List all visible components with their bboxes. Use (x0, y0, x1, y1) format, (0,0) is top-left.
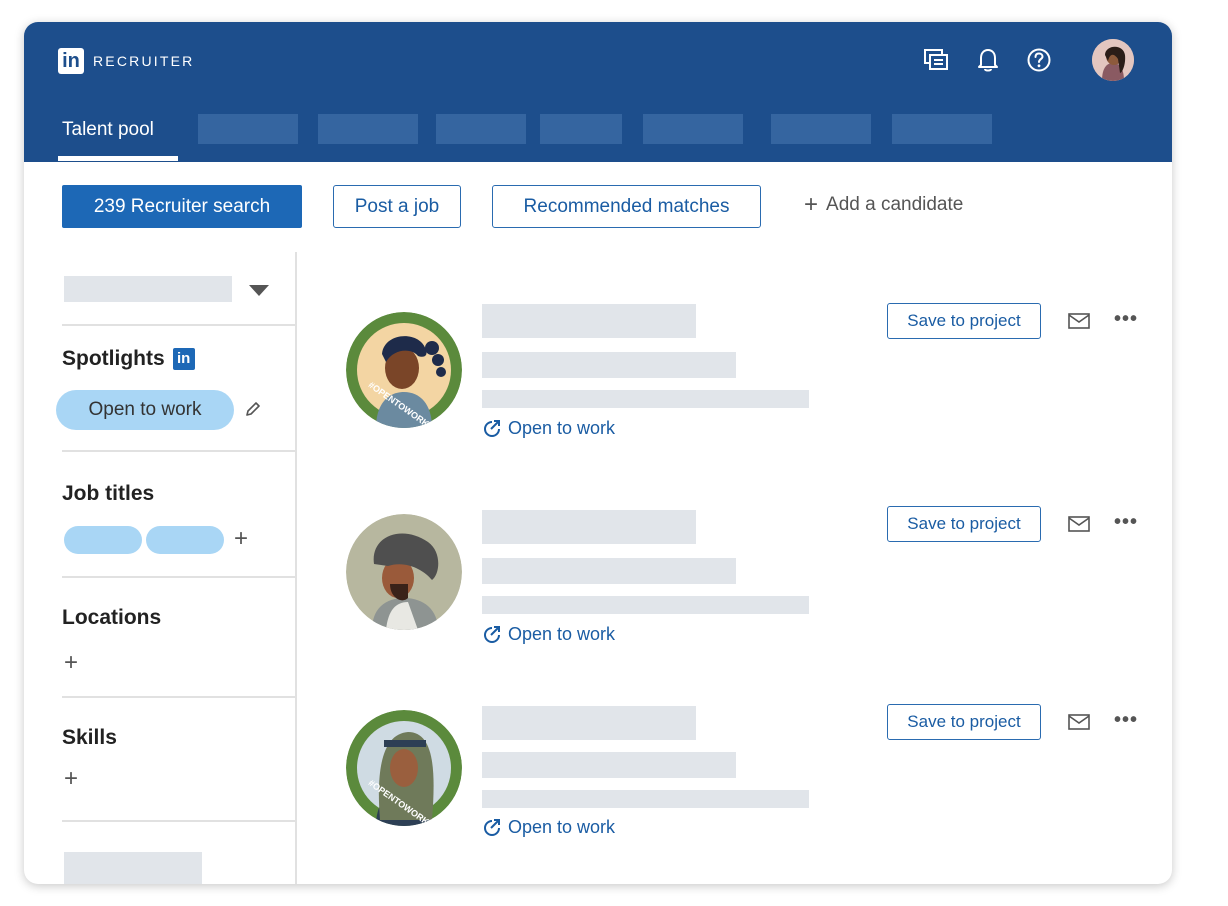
candidate-detail-placeholder (482, 790, 809, 808)
plus-icon: + (804, 191, 819, 218)
linkedin-badge-icon: in (172, 348, 195, 370)
add-skill-icon[interactable]: + (64, 765, 78, 793)
job-titles-heading: Job titles (62, 482, 155, 505)
candidate-avatar[interactable] (346, 514, 462, 630)
add-location-icon[interactable]: + (64, 649, 78, 677)
candidate-detail-placeholder (482, 390, 809, 408)
more-options-icon[interactable]: ••• (1114, 709, 1138, 732)
recruiter-search-button[interactable]: 239 Recruiter search (62, 185, 302, 228)
post-job-button[interactable]: Post a job (333, 185, 461, 228)
save-to-project-button[interactable]: Save to project (887, 303, 1041, 339)
candidate-name-placeholder (482, 510, 696, 544)
pencil-edit-icon[interactable] (244, 400, 262, 423)
linkedin-recruiter-logo[interactable]: in RECRUITER (58, 48, 194, 74)
candidate-title-placeholder (482, 352, 736, 378)
user-avatar[interactable] (1092, 39, 1134, 81)
candidate-name-placeholder (482, 304, 696, 338)
tab-placeholder[interactable] (892, 114, 992, 144)
top-header: in RECRUITER Talent pool (24, 22, 1172, 162)
tab-placeholder[interactable] (771, 114, 871, 144)
locations-heading: Locations (62, 606, 162, 629)
sidebar-placeholder-block (64, 852, 202, 884)
open-to-work-label: Open to work (508, 817, 616, 837)
section-divider (62, 450, 295, 452)
candidate-detail-placeholder (482, 596, 809, 614)
tab-placeholder[interactable] (436, 114, 526, 144)
spotlights-label: Spotlights (62, 347, 165, 370)
open-to-work-filter-chip[interactable]: Open to work (56, 390, 234, 430)
job-title-chip[interactable] (146, 526, 224, 554)
candidate-name-placeholder (482, 706, 696, 740)
active-tab-indicator (58, 156, 178, 161)
linkedin-logo-icon: in (58, 48, 84, 74)
recruiter-window: in RECRUITER Talent pool 239 Recruiter s… (24, 22, 1172, 884)
help-icon[interactable] (1025, 46, 1053, 74)
open-to-work-label: Open to work (508, 624, 616, 644)
open-to-work-label: Open to work (508, 418, 616, 438)
tab-placeholder[interactable] (643, 114, 743, 144)
mail-icon[interactable] (1068, 713, 1090, 736)
open-to-work-status[interactable]: Open to work (482, 817, 615, 838)
tab-placeholder[interactable] (318, 114, 418, 144)
tab-placeholder[interactable] (198, 114, 298, 144)
sidebar-divider (295, 252, 297, 884)
more-options-icon[interactable]: ••• (1114, 308, 1138, 331)
add-candidate-button[interactable]: + Add a candidate (804, 193, 963, 217)
open-to-work-icon (484, 818, 500, 836)
section-divider (62, 696, 295, 698)
skills-heading: Skills (62, 726, 117, 749)
open-to-work-icon (484, 625, 500, 643)
candidate-title-placeholder (482, 558, 736, 584)
candidate-title-placeholder (482, 752, 736, 778)
more-options-icon[interactable]: ••• (1114, 511, 1138, 534)
section-divider (62, 820, 295, 822)
mail-icon[interactable] (1068, 515, 1090, 538)
recommended-matches-button[interactable]: Recommended matches (492, 185, 761, 228)
tab-talent-pool[interactable]: Talent pool (62, 119, 154, 141)
job-title-chip[interactable] (64, 526, 142, 554)
mail-icon[interactable] (1068, 312, 1090, 335)
section-divider (62, 576, 295, 578)
candidate-avatar[interactable]: #OPENTOWORK (346, 710, 462, 826)
candidate-avatar[interactable]: #OPENTOWORK (346, 312, 462, 428)
open-to-work-icon (484, 419, 500, 437)
add-job-title-icon[interactable]: + (234, 525, 248, 553)
bell-icon[interactable] (974, 46, 1002, 74)
chat-icon[interactable] (922, 46, 950, 74)
save-to-project-button[interactable]: Save to project (887, 704, 1041, 740)
filter-select-placeholder[interactable] (64, 276, 232, 302)
save-to-project-button[interactable]: Save to project (887, 506, 1041, 542)
add-candidate-label: Add a candidate (826, 194, 964, 215)
section-divider (62, 324, 295, 326)
spotlights-heading: Spotlights in (62, 347, 195, 371)
open-to-work-status[interactable]: Open to work (482, 624, 615, 645)
tab-placeholder[interactable] (540, 114, 622, 144)
chevron-down-icon[interactable] (249, 284, 269, 302)
product-name: RECRUITER (93, 53, 195, 69)
open-to-work-status[interactable]: Open to work (482, 418, 615, 439)
